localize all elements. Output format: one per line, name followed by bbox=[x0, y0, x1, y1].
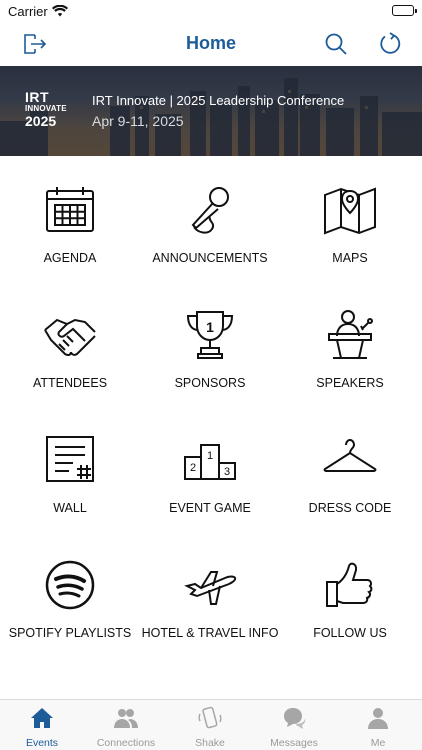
calendar-icon bbox=[43, 183, 97, 237]
airplane-icon bbox=[183, 558, 237, 612]
tile-label: HOTEL & TRAVEL INFO bbox=[141, 626, 279, 640]
tab-connections[interactable]: Connections bbox=[84, 700, 168, 750]
tab-label: Events bbox=[25, 737, 59, 749]
podium-icon bbox=[323, 308, 377, 362]
nav-bar: Home bbox=[0, 22, 422, 66]
map-icon bbox=[323, 183, 377, 237]
tile-agenda[interactable]: AGENDA bbox=[0, 163, 140, 288]
tile-spotify-playlists[interactable]: SPOTIFY PLAYLISTS bbox=[0, 538, 140, 663]
tile-label: ANNOUNCEMENTS bbox=[152, 251, 268, 265]
chat-bubbles-icon bbox=[284, 708, 306, 729]
tile-attendees[interactable]: ATTENDEES bbox=[0, 288, 140, 413]
people-icon bbox=[114, 709, 138, 728]
svg-text:2: 2 bbox=[190, 462, 196, 474]
tile-maps[interactable]: MAPS bbox=[280, 163, 420, 288]
note-icon bbox=[43, 433, 97, 487]
winners-podium-icon: 1 2 3 bbox=[183, 433, 237, 487]
tile-label: SPOTIFY PLAYLISTS bbox=[8, 626, 132, 640]
hanger-icon bbox=[323, 433, 377, 487]
tab-bar: Events Connections Shake Messages Me bbox=[0, 699, 422, 750]
spotify-icon bbox=[43, 558, 97, 612]
page-title: Home bbox=[185, 33, 236, 53]
tile-label: MAPS bbox=[332, 251, 368, 265]
event-banner[interactable]: IRT INNOVATE 2025 IRT Innovate | 2025 Le… bbox=[0, 66, 422, 156]
tab-label: Messages bbox=[270, 737, 318, 749]
tile-label: EVENT GAME bbox=[169, 501, 251, 515]
tile-speakers[interactable]: SPEAKERS bbox=[280, 288, 420, 413]
tile-dress-code[interactable]: DRESS CODE bbox=[280, 413, 420, 538]
tile-label: SPONSORS bbox=[174, 376, 246, 390]
microphone-icon bbox=[183, 183, 237, 237]
search-icon bbox=[325, 33, 347, 55]
tile-wall[interactable]: WALL bbox=[0, 413, 140, 538]
tab-events[interactable]: Events bbox=[0, 700, 84, 750]
tab-label: Connections bbox=[96, 737, 156, 749]
tile-label: DRESS CODE bbox=[308, 501, 392, 515]
tile-event-game[interactable]: 1 2 3 EVENT GAME bbox=[140, 413, 280, 538]
wifi-icon bbox=[52, 4, 68, 22]
tile-hotel-travel-info[interactable]: HOTEL & TRAVEL INFO bbox=[140, 538, 280, 663]
phone-shake-icon bbox=[198, 706, 222, 729]
tab-me[interactable]: Me bbox=[336, 700, 420, 750]
svg-text:1: 1 bbox=[206, 319, 214, 335]
battery-icon bbox=[392, 5, 417, 16]
search-button[interactable] bbox=[320, 28, 352, 60]
tab-messages[interactable]: Messages bbox=[252, 700, 336, 750]
tab-label: Me bbox=[370, 737, 386, 749]
tile-announcements[interactable]: ANNOUNCEMENTS bbox=[140, 163, 280, 288]
tile-label: AGENDA bbox=[43, 251, 97, 265]
thumbs-up-icon bbox=[323, 558, 377, 612]
event-title: IRT Innovate | 2025 Leadership Conferenc… bbox=[92, 93, 345, 108]
tab-shake[interactable]: Shake bbox=[168, 700, 252, 750]
tile-label: ATTENDEES bbox=[32, 376, 108, 390]
status-bar: Carrier bbox=[0, 0, 422, 22]
tile-follow-us[interactable]: FOLLOW US bbox=[280, 538, 420, 663]
tab-label: Shake bbox=[195, 737, 225, 749]
svg-text:1: 1 bbox=[207, 450, 213, 462]
handshake-icon bbox=[43, 308, 97, 362]
tile-label: FOLLOW US bbox=[313, 626, 387, 640]
tile-label: SPEAKERS bbox=[316, 376, 384, 390]
tile-label: WALL bbox=[53, 501, 87, 515]
refresh-icon bbox=[380, 32, 401, 54]
person-icon bbox=[368, 708, 388, 729]
svg-text:3: 3 bbox=[224, 466, 230, 478]
trophy-icon: 1 bbox=[183, 308, 237, 362]
refresh-button[interactable] bbox=[374, 28, 406, 60]
event-logo: IRT INNOVATE 2025 bbox=[25, 89, 67, 129]
carrier-label: Carrier bbox=[8, 4, 48, 19]
home-icon bbox=[31, 708, 53, 728]
tile-sponsors[interactable]: 1 SPONSORS bbox=[140, 288, 280, 413]
event-dates: Apr 9-11, 2025 bbox=[92, 113, 184, 129]
